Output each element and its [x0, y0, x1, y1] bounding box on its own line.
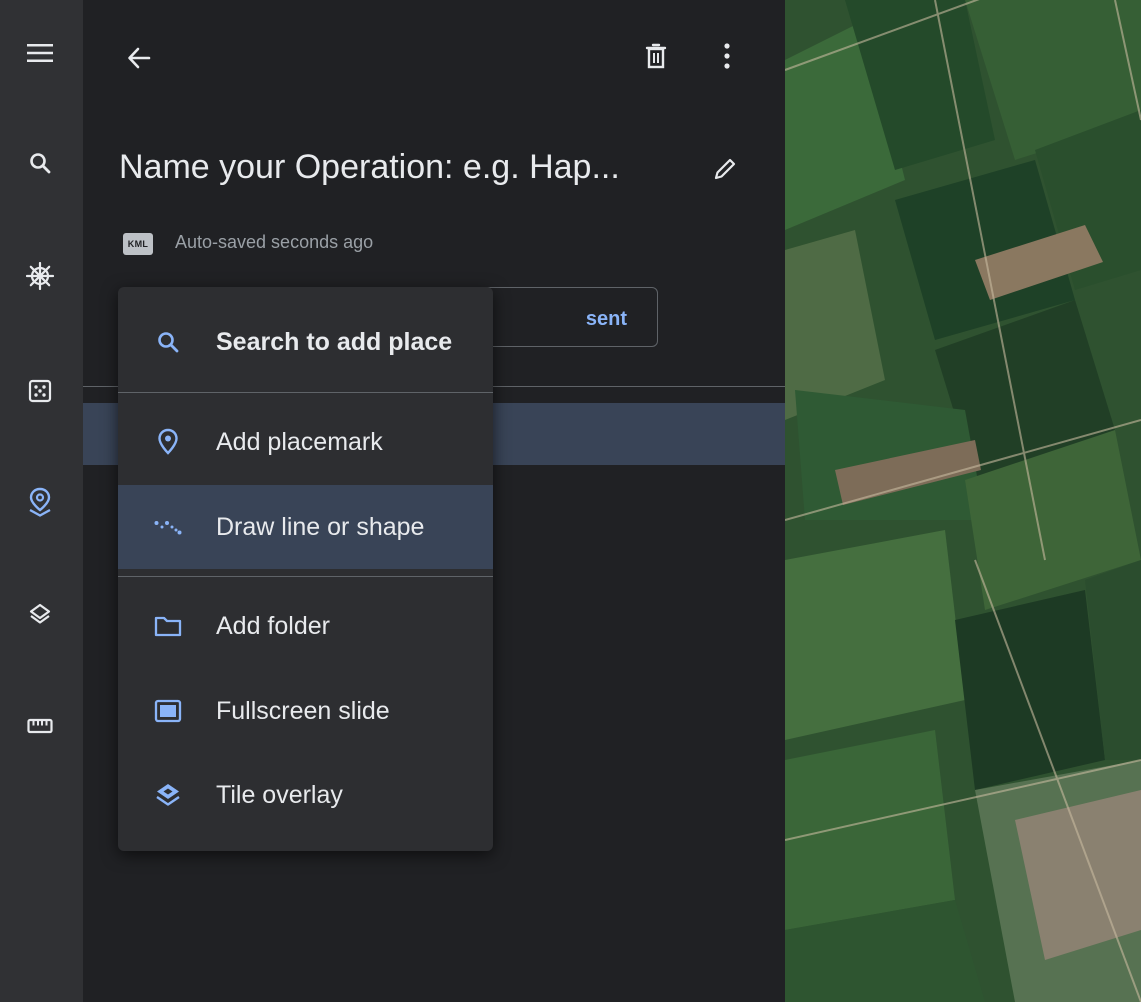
- folder-icon: [154, 612, 182, 640]
- menu-item-label: Add placemark: [216, 427, 383, 456]
- search-icon[interactable]: [20, 143, 60, 183]
- pencil-icon[interactable]: [705, 149, 745, 189]
- line-shape-icon: [154, 513, 182, 541]
- menu-item-label: Draw line or shape: [216, 512, 425, 541]
- dice-icon[interactable]: [20, 371, 60, 411]
- slide-icon: [154, 697, 182, 725]
- menu-item-tile-overlay[interactable]: Tile overlay: [118, 753, 493, 837]
- search-icon: [154, 328, 182, 356]
- menu-item-draw-line-or-shape[interactable]: Draw line or shape: [118, 485, 493, 569]
- menu-item-fullscreen-slide[interactable]: Fullscreen slide: [118, 669, 493, 753]
- trash-icon[interactable]: [636, 36, 676, 76]
- projects-icon[interactable]: [20, 482, 60, 522]
- menu-item-label: Fullscreen slide: [216, 696, 390, 725]
- satellite-imagery: [785, 0, 1141, 1002]
- tile-overlay-icon: [154, 781, 182, 809]
- menu-item-search-to-add-place[interactable]: Search to add place: [118, 300, 493, 384]
- arrow-back-icon[interactable]: [119, 38, 159, 78]
- menu-item-add-placemark[interactable]: Add placemark: [118, 400, 493, 484]
- satellite-map[interactable]: [785, 0, 1141, 1002]
- menu-divider: [118, 576, 493, 577]
- autosave-status: Auto-saved seconds ago: [175, 232, 374, 252]
- menu-icon[interactable]: [20, 33, 60, 73]
- layers-icon[interactable]: [20, 594, 60, 634]
- ruler-icon[interactable]: [20, 706, 60, 746]
- more-vert-icon[interactable]: [712, 36, 742, 76]
- menu-divider: [118, 392, 493, 393]
- add-item-menu: Search to add place Add placemark Draw l…: [118, 287, 493, 851]
- location-pin-icon: [154, 428, 182, 456]
- menu-item-add-folder[interactable]: Add folder: [118, 584, 493, 668]
- left-nav-rail: [0, 0, 83, 1002]
- menu-item-label: Search to add place: [216, 327, 453, 356]
- kml-badge: KML: [123, 233, 153, 255]
- menu-item-label: Tile overlay: [216, 780, 343, 809]
- present-button-label: sent: [585, 308, 627, 330]
- project-title[interactable]: Name your Operation: e.g. Hap...: [119, 148, 620, 187]
- voyager-wheel-icon[interactable]: [20, 256, 60, 296]
- menu-item-label: Add folder: [216, 611, 330, 640]
